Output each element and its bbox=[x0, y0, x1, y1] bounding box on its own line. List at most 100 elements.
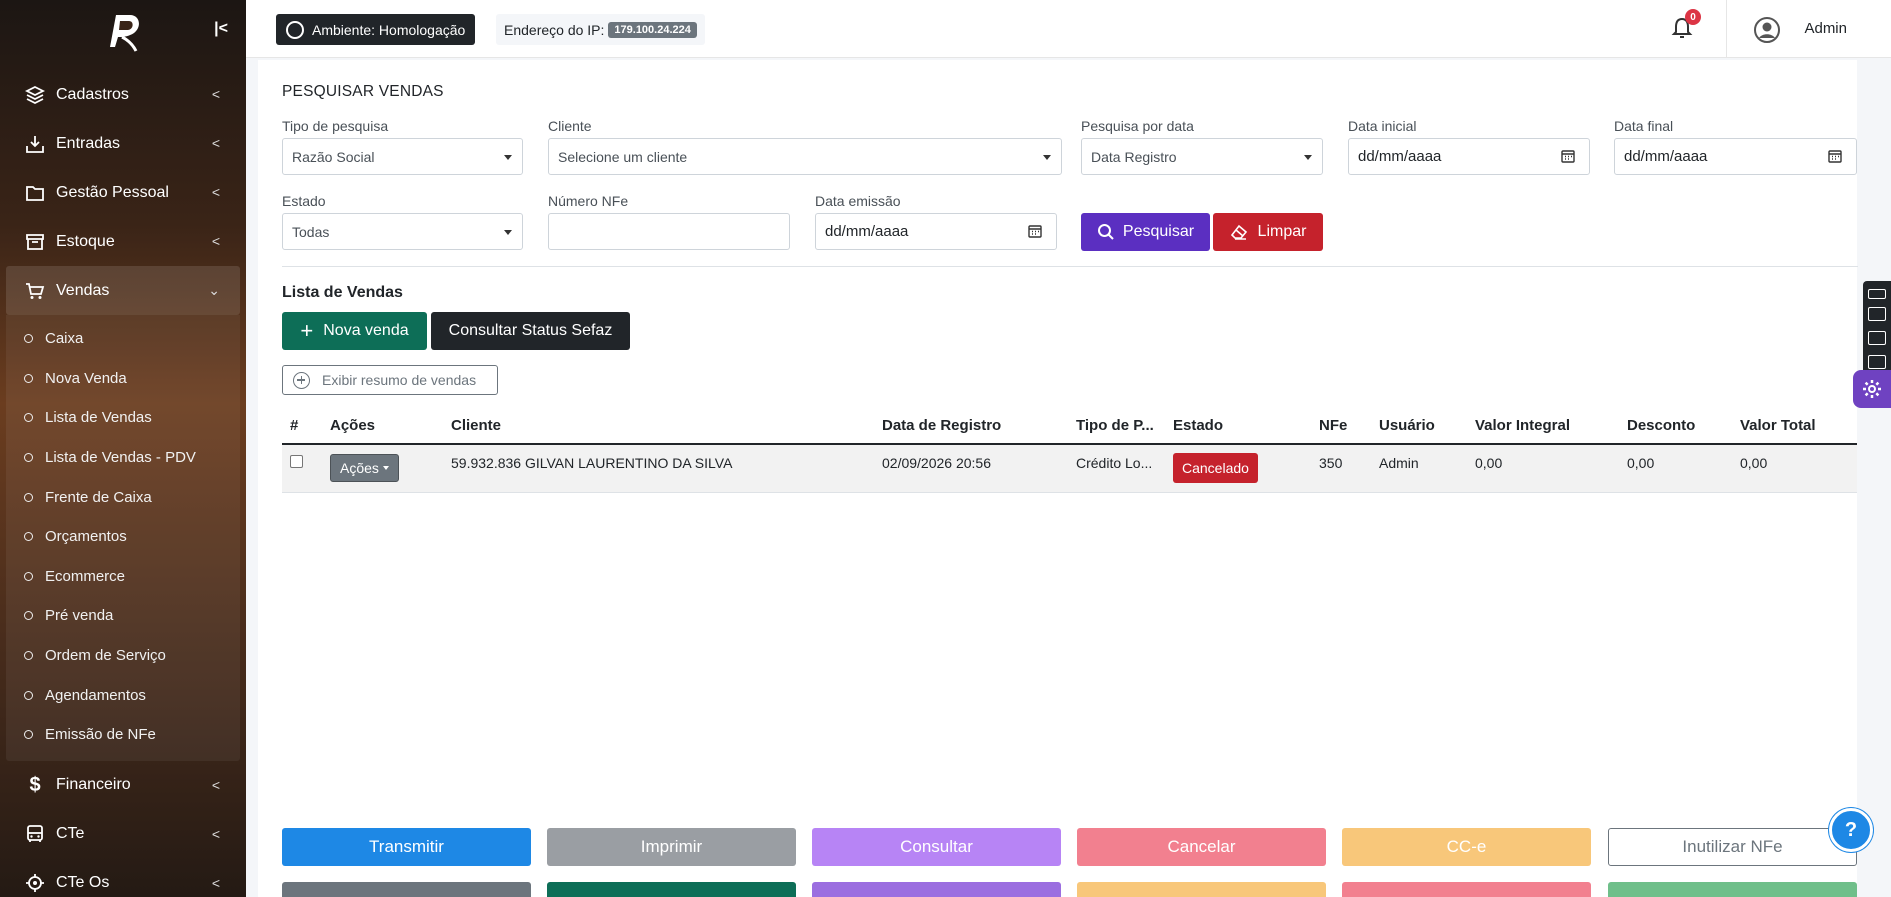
sidebar-item-cte-os[interactable]: CTe Os < bbox=[0, 859, 246, 897]
submenu-item-ordem-de-servico[interactable]: Ordem de Serviço bbox=[6, 636, 240, 676]
action-button-row2[interactable] bbox=[1077, 882, 1326, 897]
submenu-label: Caixa bbox=[45, 330, 84, 348]
submenu-label: Emissão de NFe bbox=[45, 726, 156, 744]
exibir-resumo-button[interactable]: Exibir resumo de vendas bbox=[282, 365, 498, 395]
action-button-row2[interactable] bbox=[547, 882, 796, 897]
eraser-icon bbox=[1230, 224, 1247, 240]
user-avatar-icon[interactable] bbox=[1754, 17, 1780, 43]
nova-venda-button[interactable]: + Nova venda bbox=[282, 312, 427, 350]
calendar-icon[interactable] bbox=[1028, 224, 1042, 238]
sidebar-item-entradas[interactable]: Entradas < bbox=[0, 119, 246, 168]
data-final-input[interactable]: dd/mm/aaaa bbox=[1614, 138, 1857, 175]
video-icon[interactable] bbox=[1868, 331, 1886, 345]
column-header: Usuário bbox=[1371, 407, 1467, 445]
transmitir-button[interactable]: Transmitir bbox=[282, 828, 531, 866]
sidebar-item-label: Gestão Pessoal bbox=[56, 183, 169, 201]
sidebar-item-cte[interactable]: CTe < bbox=[0, 810, 246, 859]
sidebar-item-label: Entradas bbox=[56, 134, 121, 152]
ip-label: Endereço do IP: bbox=[504, 21, 605, 38]
submenu-label: Pré venda bbox=[45, 607, 114, 625]
submenu-label: Orçamentos bbox=[45, 528, 127, 546]
inutilizar-nfe-button[interactable]: Inutilizar NFe bbox=[1608, 828, 1857, 866]
chevron-left-icon: < bbox=[211, 874, 220, 891]
estado-label: Estado bbox=[282, 193, 326, 209]
numero-nfe-input[interactable] bbox=[548, 213, 790, 250]
tipo-pesquisa-value: Razão Social bbox=[292, 148, 375, 165]
circle-icon bbox=[24, 334, 33, 344]
column-header: Data de Registro bbox=[874, 407, 1068, 445]
capture-toolbar bbox=[1863, 281, 1891, 381]
pesquisa-data-select[interactable]: Data Registro bbox=[1081, 138, 1323, 175]
submenu-item-lista-de-vendas-pdv[interactable]: Lista de Vendas - PDV bbox=[6, 438, 240, 478]
column-header: Estado bbox=[1165, 407, 1311, 445]
estado-select[interactable]: Todas bbox=[282, 213, 523, 250]
sidebar-item-estoque[interactable]: Estoque < bbox=[0, 217, 246, 266]
submenu-item-ecommerce[interactable]: Ecommerce bbox=[6, 557, 240, 597]
pesquisar-button[interactable]: Pesquisar bbox=[1081, 213, 1210, 251]
desconto-cell: 0,00 bbox=[1619, 444, 1732, 493]
link-icon[interactable] bbox=[1868, 289, 1886, 299]
sidebar-item-label: Estoque bbox=[56, 232, 115, 250]
submenu-item-nova-venda[interactable]: Nova Venda bbox=[6, 359, 240, 399]
submenu-item-caixa[interactable]: Caixa bbox=[6, 319, 240, 359]
submenu-item-pre-venda[interactable]: Pré venda bbox=[6, 596, 240, 636]
plus-circle-icon bbox=[293, 371, 310, 389]
consultar-status-sefaz-button[interactable]: Consultar Status Sefaz bbox=[431, 312, 630, 350]
cce-button[interactable]: CC-e bbox=[1342, 828, 1591, 866]
submenu-item-agendamentos[interactable]: Agendamentos bbox=[6, 675, 240, 715]
nfe-cell: 350 bbox=[1311, 444, 1371, 493]
sidebar-collapse-icon[interactable]: |< bbox=[214, 20, 228, 38]
consultar-button[interactable]: Consultar bbox=[812, 828, 1061, 866]
sidebar-item-cadastros[interactable]: Cadastros < bbox=[0, 70, 246, 119]
cart-icon bbox=[24, 280, 46, 302]
column-header: Tipo de P... bbox=[1068, 407, 1165, 445]
camera-icon[interactable] bbox=[1868, 307, 1886, 321]
table-header-row: # Ações Cliente Data de Registro Tipo de… bbox=[282, 407, 1857, 445]
limpar-button[interactable]: Limpar bbox=[1213, 213, 1323, 251]
calendar-icon[interactable] bbox=[1828, 149, 1842, 163]
cliente-placeholder: Selecione um cliente bbox=[558, 148, 688, 165]
circle-icon bbox=[24, 611, 33, 621]
data-emissao-input[interactable]: dd/mm/aaaa bbox=[815, 213, 1057, 250]
cliente-select[interactable]: Selecione um cliente bbox=[548, 138, 1062, 175]
window-icon[interactable] bbox=[1868, 355, 1886, 369]
tipo-pesquisa-select[interactable]: Razão Social bbox=[282, 138, 523, 175]
submenu-item-emissao-de-nfe[interactable]: Emissão de NFe bbox=[6, 715, 240, 755]
plus-icon: + bbox=[300, 318, 314, 343]
consultar-label: Consultar bbox=[900, 837, 973, 856]
cancelar-button[interactable]: Cancelar bbox=[1077, 828, 1326, 866]
sidebar-item-label: Cadastros bbox=[56, 85, 129, 103]
table-row[interactable]: Ações 59.932.836 GILVAN LAURENTINO DA SI… bbox=[282, 444, 1857, 493]
vendas-table: # Ações Cliente Data de Registro Tipo de… bbox=[282, 407, 1857, 493]
sidebar-item-label: CTe Os bbox=[56, 874, 110, 892]
settings-gear-button[interactable] bbox=[1853, 370, 1891, 408]
gear-icon bbox=[1863, 380, 1881, 398]
action-button-row2[interactable] bbox=[1608, 882, 1857, 897]
sidebar-item-vendas[interactable]: Vendas ⌄ bbox=[6, 266, 240, 315]
imprimir-button[interactable]: Imprimir bbox=[547, 828, 796, 866]
acoes-dropdown-button[interactable]: Ações bbox=[330, 454, 399, 483]
brand: |< bbox=[0, 0, 246, 60]
submenu-item-lista-de-vendas[interactable]: Lista de Vendas bbox=[6, 398, 240, 438]
ip-value: 179.100.24.224 bbox=[608, 21, 697, 38]
submenu-item-orcamentos[interactable]: Orçamentos bbox=[6, 517, 240, 557]
data-final-label: Data final bbox=[1614, 118, 1674, 134]
row-checkbox[interactable] bbox=[290, 455, 303, 468]
help-button[interactable]: ? bbox=[1829, 808, 1873, 852]
submenu-item-frente-de-caixa[interactable]: Frente de Caixa bbox=[6, 477, 240, 517]
logo-icon[interactable] bbox=[100, 7, 146, 53]
sidebar-item-gestao-pessoal[interactable]: Gestão Pessoal < bbox=[0, 168, 246, 217]
archive-icon bbox=[24, 231, 46, 253]
column-header: NFe bbox=[1311, 407, 1371, 445]
action-button-row2[interactable] bbox=[282, 882, 531, 897]
estado-value: Todas bbox=[292, 223, 330, 240]
user-name[interactable]: Admin bbox=[1804, 20, 1847, 37]
action-button-row2[interactable] bbox=[1342, 882, 1591, 897]
circle-icon bbox=[24, 532, 33, 542]
sidebar-item-financeiro[interactable]: $ Financeiro < bbox=[0, 761, 246, 810]
data-inicial-input[interactable]: dd/mm/aaaa bbox=[1348, 138, 1590, 175]
calendar-icon[interactable] bbox=[1561, 149, 1575, 163]
status-badge: Cancelado bbox=[1173, 453, 1258, 484]
topbar: Ambiente: Homologação Endereço do IP: 17… bbox=[246, 0, 1891, 58]
action-button-row2[interactable] bbox=[812, 882, 1061, 897]
